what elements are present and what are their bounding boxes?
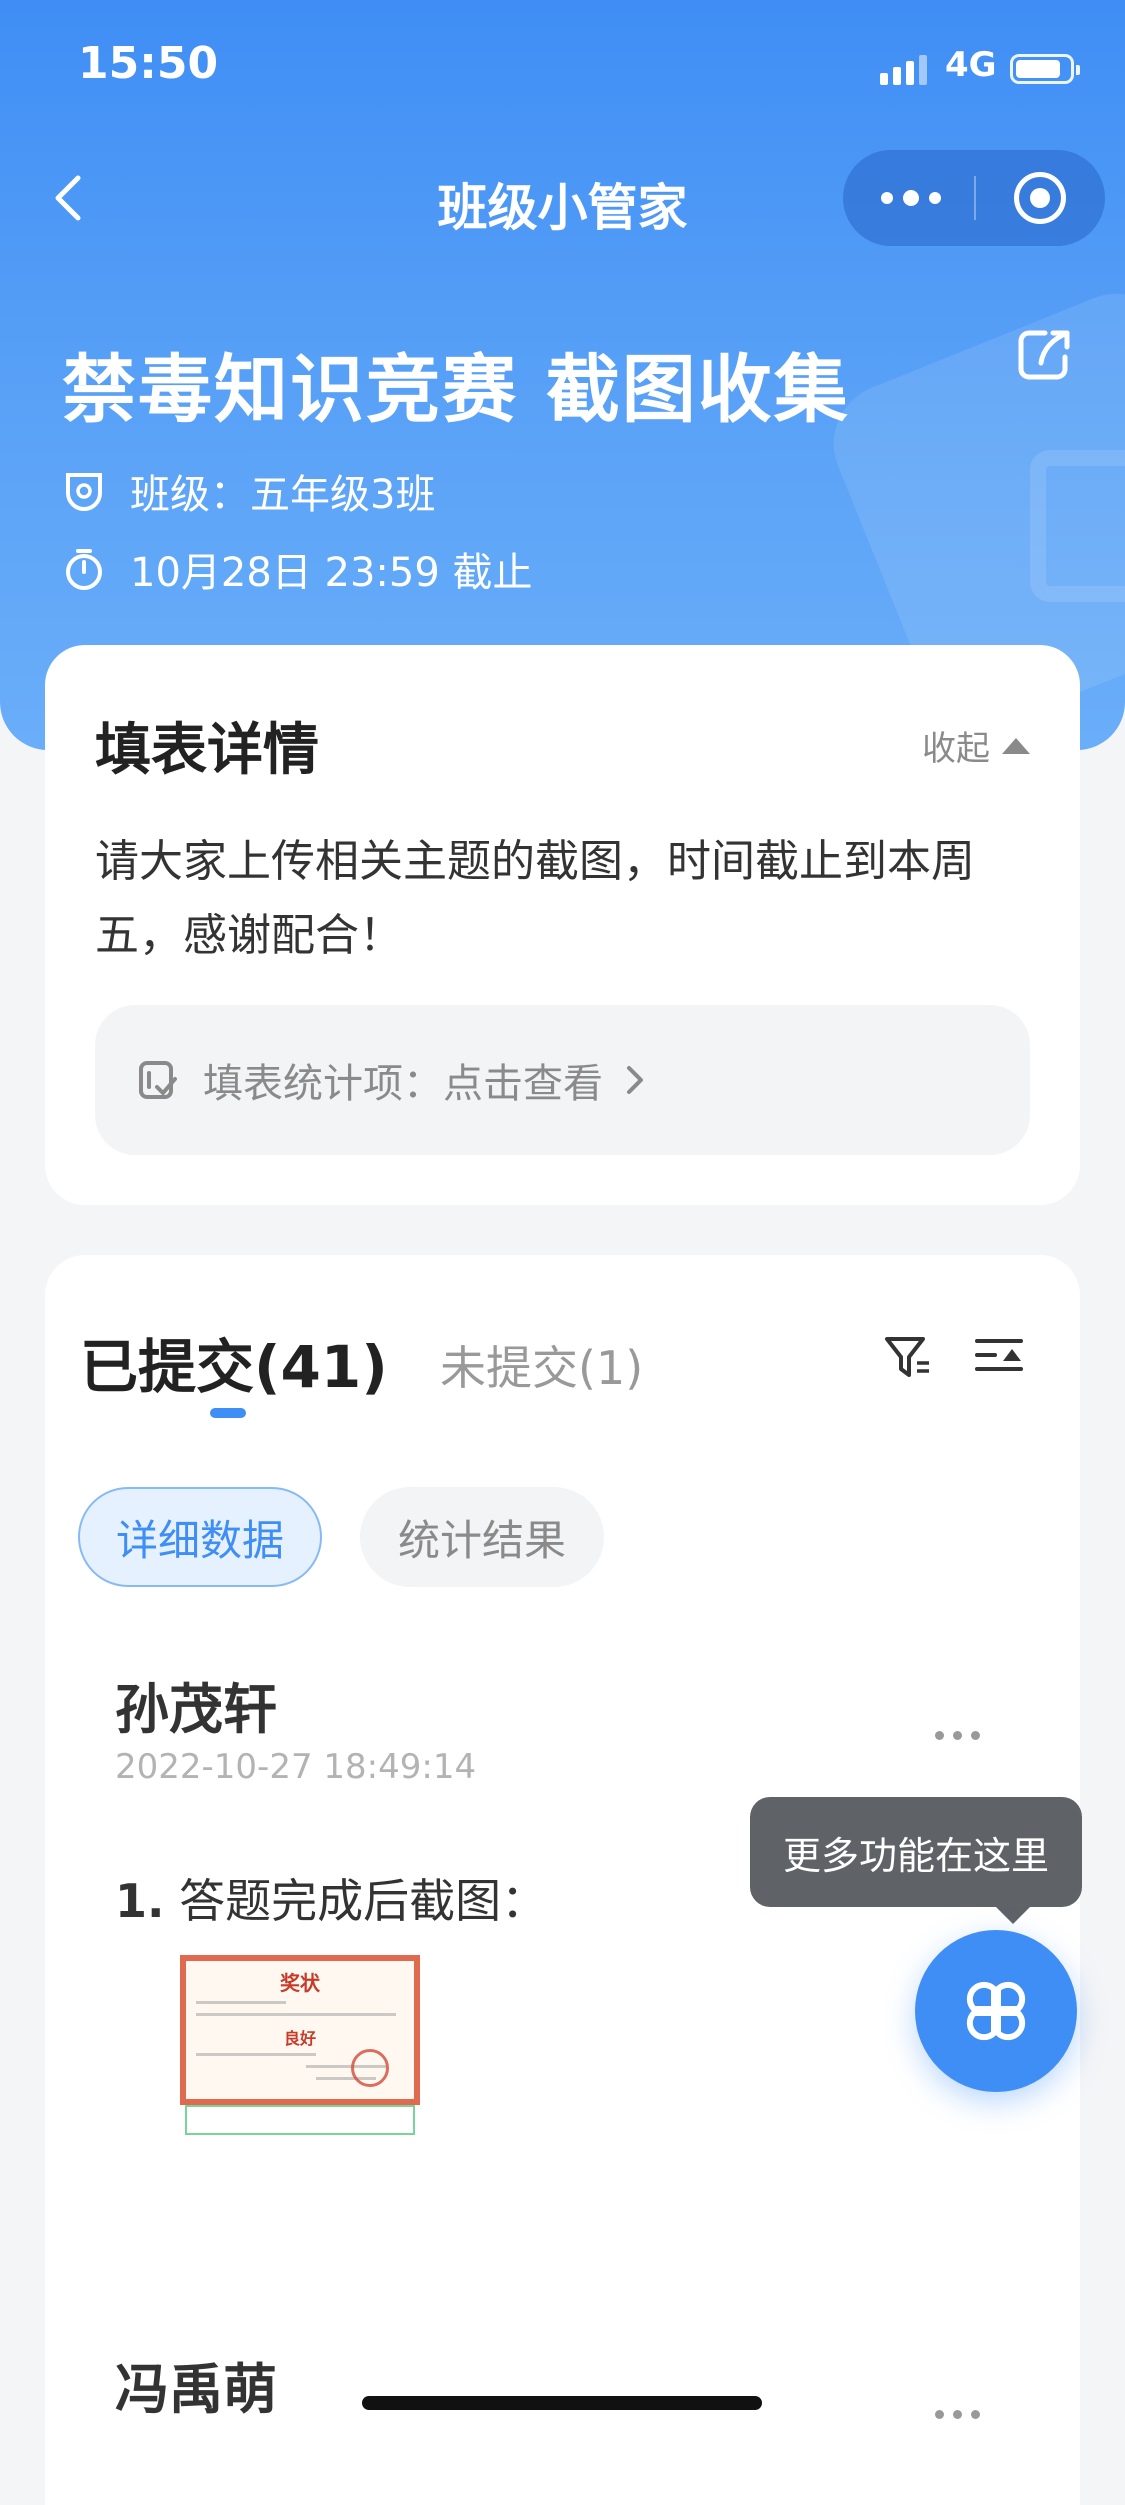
home-indicator bbox=[362, 2396, 762, 2410]
status-time: 15:50 bbox=[78, 38, 219, 89]
feature-tooltip: 更多功能在这里 bbox=[750, 1797, 1082, 1907]
entry-time: 2022-10-27 18:49:14 bbox=[115, 1747, 477, 1787]
stopwatch-icon bbox=[66, 549, 102, 590]
attachment-image[interactable]: 奖状 良好 bbox=[180, 1955, 420, 2105]
stats-link-label: 填表统计项：点击查看 bbox=[203, 1061, 603, 1107]
entry-name: 冯禹萌 bbox=[115, 2358, 277, 2421]
tab-indicator bbox=[210, 1408, 246, 1418]
collapse-label: 收起 bbox=[922, 729, 990, 769]
tab-unsubmitted[interactable]: 未提交(1) bbox=[440, 1332, 643, 1398]
target-icon[interactable] bbox=[1014, 172, 1066, 224]
detail-card: 填表详情 收起 请大家上传相关主题的截图，时间截止到本周五，感谢配合！ 填表统计… bbox=[45, 645, 1080, 1205]
certificate-text-line bbox=[196, 2013, 396, 2016]
decorative-shape bbox=[1030, 450, 1125, 602]
deadline-label: 10月28日 23:59 截止 bbox=[130, 550, 533, 596]
caret-up-icon bbox=[1002, 737, 1030, 754]
network-label: 4G bbox=[945, 45, 997, 85]
form-icon bbox=[139, 1061, 177, 1099]
stats-link[interactable]: 填表统计项：点击查看 bbox=[95, 1005, 1030, 1155]
chevron-right-icon bbox=[627, 1066, 643, 1094]
filter-icon[interactable] bbox=[883, 1333, 933, 1383]
signal-icon bbox=[880, 55, 927, 85]
sort-icon[interactable] bbox=[975, 1333, 1025, 1383]
more-features-button[interactable] bbox=[915, 1930, 1077, 2092]
badge-icon bbox=[66, 473, 102, 511]
certificate-title: 奖状 bbox=[280, 1971, 320, 1995]
certificate-grade: 良好 bbox=[283, 2029, 316, 2048]
deadline-row: 10月28日 23:59 截止 bbox=[62, 540, 533, 598]
question-label: 1. 答题完成后截图： bbox=[115, 1865, 547, 1931]
detail-title: 填表详情 bbox=[95, 718, 319, 783]
mini-program-capsule bbox=[843, 150, 1105, 246]
status-bar: 15:50 4G bbox=[0, 0, 1125, 140]
certificate-text-line bbox=[196, 2001, 286, 2004]
chip-stat-results[interactable]: 统计结果 bbox=[360, 1487, 604, 1587]
question-number: 1. bbox=[115, 1874, 165, 1928]
class-row: 班级：五年级3班 bbox=[62, 462, 435, 520]
certificate-text-line bbox=[196, 2053, 316, 2056]
more-dots-icon[interactable] bbox=[881, 190, 941, 206]
clover-icon bbox=[966, 1981, 1026, 2041]
share-icon[interactable] bbox=[1015, 325, 1075, 385]
tooltip-arrow bbox=[995, 1906, 1031, 1924]
navigation-bar: 班级小管家 bbox=[0, 150, 1125, 250]
tab-submitted[interactable]: 已提交(41) bbox=[80, 1320, 388, 1404]
collapse-button[interactable]: 收起 bbox=[922, 721, 1030, 770]
battery-icon bbox=[1010, 54, 1080, 84]
entry-name: 孙茂轩 bbox=[115, 1678, 277, 1741]
capsule-divider bbox=[974, 176, 976, 220]
class-label: 班级：五年级3班 bbox=[130, 472, 436, 518]
detail-description: 请大家上传相关主题的截图，时间截止到本周五，感谢配合！ bbox=[95, 836, 975, 961]
chip-detail-data[interactable]: 详细数据 bbox=[78, 1487, 322, 1587]
page-title: 禁毒知识竞赛 截图收集 bbox=[62, 347, 850, 433]
attachment-footer-button bbox=[185, 2105, 415, 2135]
entry-more-icon[interactable] bbox=[935, 1731, 980, 1740]
question-text: 答题完成后截图： bbox=[179, 1874, 548, 1928]
entry-more-icon[interactable] bbox=[935, 2410, 980, 2419]
seal-icon bbox=[351, 2049, 389, 2087]
